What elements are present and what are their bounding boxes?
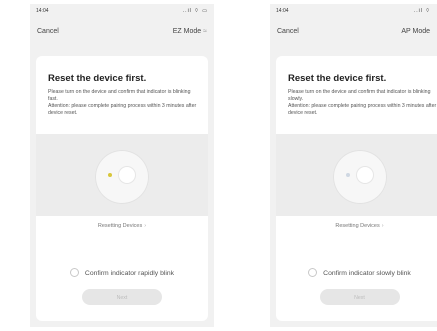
- nav-bar: Cancel AP Mode: [277, 28, 430, 42]
- instruction-text: Please turn on the device and confirm th…: [48, 89, 191, 102]
- device-image: [95, 150, 149, 204]
- phone-screen-ap-mode: 14:04 ..il ⌔ Cancel AP Mode Reset the de…: [270, 4, 437, 327]
- confirm-checkbox[interactable]: Confirm indicator rapidly blink: [36, 268, 208, 277]
- status-icons: ..il ⌔: [413, 8, 431, 14]
- resetting-devices-link[interactable]: Resetting Devices ›: [36, 223, 208, 229]
- instructions: Please turn on the device and confirm th…: [288, 89, 437, 117]
- reset-card: Reset the device first. Please turn on t…: [36, 56, 208, 321]
- mode-label: EZ Mode: [172, 28, 202, 35]
- confirm-checkbox[interactable]: Confirm indicator slowly blink: [276, 268, 437, 277]
- next-button[interactable]: Next: [319, 289, 400, 305]
- attention-text: Attention: please complete pairing proce…: [288, 103, 437, 116]
- resetting-devices-label: Resetting Devices: [97, 223, 143, 229]
- status-time: 14:04: [36, 8, 49, 14]
- next-button[interactable]: Next: [82, 289, 162, 305]
- resetting-devices-label: Resetting Devices: [335, 223, 380, 229]
- device-illustration: [36, 134, 208, 216]
- reset-card: Reset the device first. Please turn on t…: [276, 56, 437, 321]
- instructions: Please turn on the device and confirm th…: [48, 89, 198, 117]
- indicator-light-icon: [108, 173, 112, 177]
- mode-switch[interactable]: AP Mode: [401, 28, 430, 35]
- mode-label: AP Mode: [401, 28, 430, 35]
- instruction-text: Please turn on the device and confirm th…: [288, 89, 431, 102]
- status-bar: 14:04 ..il ⌔: [276, 8, 431, 16]
- page-title: Reset the device first.: [48, 73, 147, 84]
- radio-icon[interactable]: [69, 268, 79, 277]
- chevron-right-icon: ›: [144, 223, 147, 229]
- confirm-label: Confirm indicator rapidly blink: [84, 270, 175, 277]
- nav-bar: Cancel EZ Mode ≈: [37, 28, 207, 42]
- device-button-icon: [356, 167, 373, 183]
- wifi-icon: ≈: [203, 28, 207, 35]
- radio-icon[interactable]: [308, 268, 318, 277]
- phone-screen-ez-mode: 14:04 ..il ⌔ ▭ Cancel EZ Mode ≈ Reset the…: [30, 4, 214, 327]
- mode-switch[interactable]: EZ Mode ≈: [173, 28, 207, 35]
- resetting-devices-link[interactable]: Resetting Devices ›: [276, 223, 437, 229]
- device-image: [332, 150, 387, 204]
- status-icons: ..il ⌔ ▭: [182, 8, 208, 14]
- device-button-icon: [119, 167, 135, 183]
- confirm-label: Confirm indicator slowly blink: [323, 270, 411, 277]
- indicator-light-icon: [345, 173, 350, 177]
- cancel-button[interactable]: Cancel: [277, 28, 299, 35]
- device-illustration: [276, 134, 437, 216]
- chevron-right-icon: ›: [381, 223, 384, 229]
- status-time: 14:04: [276, 8, 289, 14]
- cancel-button[interactable]: Cancel: [37, 28, 59, 35]
- attention-text: Attention: please complete pairing proce…: [48, 103, 197, 116]
- status-bar: 14:04 ..il ⌔ ▭: [36, 8, 208, 16]
- page-title: Reset the device first.: [288, 73, 387, 84]
